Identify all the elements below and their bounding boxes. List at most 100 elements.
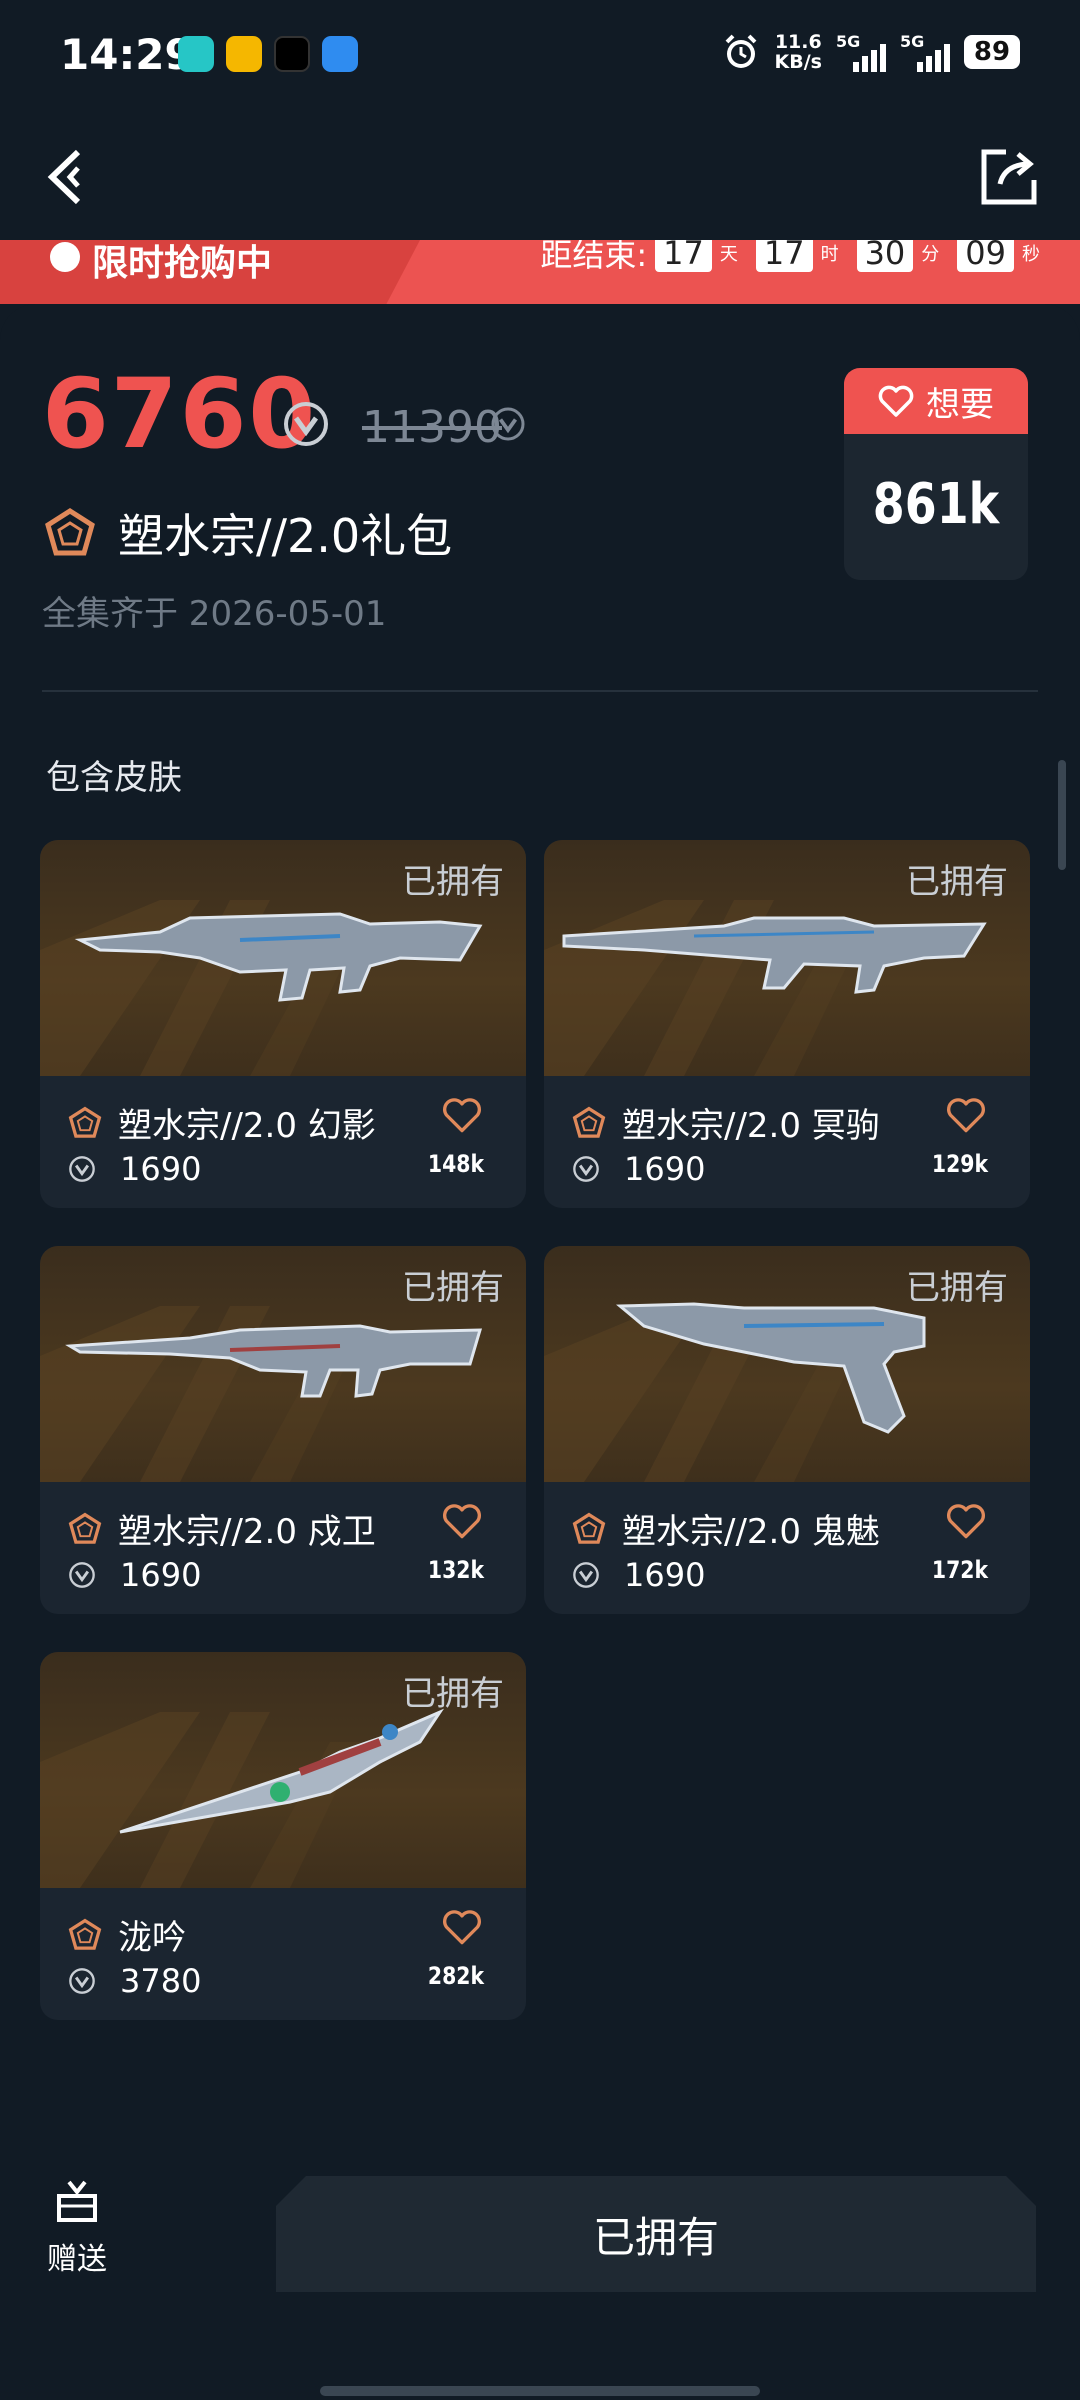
flash-sale-title-text: 限时抢购中 [92,243,273,284]
back-arrow-icon[interactable] [38,142,108,212]
skin-price: 1690 [624,1150,706,1188]
countdown-hours-unit: 时 [820,244,839,265]
bundle-price: 6760 [42,358,318,470]
countdown-hours: 17 [755,240,813,272]
like-count: 172k [931,1556,988,1584]
skin-price: 1690 [624,1556,706,1594]
tiktok-icon [274,36,310,72]
status-bar: 14:29 11.6 KB/s 5G 5G 89 [0,0,1080,112]
skin-price: 3780 [120,1962,202,2000]
skin-name: 塑水宗//2.0 戍卫 [118,1512,376,1552]
tier-badge-icon [68,1106,102,1138]
purchase-button-label: 已拥有 [592,2212,719,2262]
top-nav [0,112,1080,242]
countdown-seconds: 09 [957,240,1014,272]
heart-icon[interactable] [946,1096,986,1134]
skin-price-row: 1690 [68,1150,201,1188]
owned-label: 已拥有 [906,862,1008,902]
tier-badge-icon [572,1512,606,1544]
heart-icon [878,385,914,417]
flash-sale-title: 限时抢购中 [56,240,272,286]
skin-name-row: 塑水宗//2.0 鬼魅 [572,1504,880,1553]
countdown-seconds-unit: 秒 [1022,244,1040,265]
alarm-icon [725,34,756,68]
skin-price: 1690 [120,1150,202,1188]
countdown-label: 距结束: [540,240,648,274]
owned-label: 已拥有 [906,1268,1008,1308]
skin-name-row: 塑水宗//2.0 冥驹 [572,1098,880,1147]
tier-badge-icon [68,1918,102,1950]
skin-name-row: 塑水宗//2.0 戍卫 [68,1504,376,1553]
want-button[interactable]: 想要 861k [844,368,1028,580]
skin-name-row: 泷吟 [68,1910,186,1959]
included-skins-title: 包含皮肤 [46,758,182,798]
home-indicator[interactable] [320,2386,760,2396]
signal-bars-icon [917,44,950,72]
skin-price-row: 3780 [68,1962,201,2000]
bundle-title-row: 塑水宗//2.0礼包 [44,500,452,566]
like-count: 148k [427,1150,484,1178]
skin-name: 泷吟 [118,1918,186,1958]
tier-badge-icon [68,1512,102,1544]
like-count: 282k [427,1962,484,1990]
skin-image: 已拥有 [544,840,1030,1076]
notification-icons [178,36,358,72]
countdown-days: 17 [655,240,712,272]
battery-indicator: 89 [964,35,1020,69]
net-speed: 11.6 KB/s [775,32,822,72]
signal-1: 5G [836,32,886,72]
valorant-points-icon [573,1562,599,1588]
countdown-minutes-unit: 分 [921,244,940,265]
flash-sale-banner: 限时抢购中 距结束: 17 天 17 时 30 分 09 秒 [0,240,1080,304]
skin-price-row: 1690 [68,1556,201,1594]
status-right: 11.6 KB/s 5G 5G 89 [721,32,1020,72]
heart-icon[interactable] [442,1096,482,1134]
valorant-points-icon [69,1156,95,1182]
heart-icon[interactable] [442,1502,482,1540]
net-speed-unit: KB/s [774,51,822,73]
skin-price-row: 1690 [572,1150,705,1188]
gift-button[interactable]: 赠送 [42,2176,112,2278]
skin-price-row: 1690 [572,1556,705,1594]
owned-label: 已拥有 [402,1674,504,1714]
skin-card[interactable]: 已拥有泷吟 3780 282k [40,1652,526,2020]
gift-icon [57,2180,97,2222]
skin-card[interactable]: 已拥有塑水宗//2.0 戍卫 1690 132k [40,1246,526,1614]
skin-image: 已拥有 [544,1246,1030,1482]
skin-card[interactable]: 已拥有塑水宗//2.0 冥驹 1690 129k [544,840,1030,1208]
valorant-points-icon [491,407,525,441]
skin-image: 已拥有 [40,840,526,1076]
skin-image: 已拥有 [40,1246,526,1482]
heart-icon[interactable] [946,1502,986,1540]
owned-label: 已拥有 [402,1268,504,1308]
app-icon-blue [322,36,358,72]
valorant-points-icon [69,1562,95,1588]
scrollbar[interactable] [1058,760,1066,870]
signal-bars-icon [853,44,886,72]
want-label: 想要 [926,384,994,425]
tier-badge-icon [45,508,95,556]
owned-label: 已拥有 [402,862,504,902]
tier-badge-icon [572,1106,606,1138]
bundle-detail-card: 6760 11390 塑水宗//2.0礼包 全集齐于 2026-05-01 想要… [0,304,1080,2400]
skin-card[interactable]: 已拥有 塑水宗//2.0 幻影 1690 148k [40,840,526,1208]
valorant-points-icon [69,1968,95,1994]
original-price: 11390 [362,402,502,453]
countdown-minutes: 30 [856,240,914,272]
skin-card[interactable]: 已拥有塑水宗//2.0 鬼魅 1690 172k [544,1246,1030,1614]
signal-2: 5G [900,32,950,72]
countdown: 距结束: 17 天 17 时 30 分 09 秒 [540,240,1050,276]
share-icon[interactable] [976,144,1042,210]
skin-name: 塑水宗//2.0 冥驹 [622,1106,880,1146]
heart-icon[interactable] [442,1908,482,1946]
skin-name: 塑水宗//2.0 鬼魅 [622,1512,880,1552]
skin-image: 已拥有 [40,1652,526,1888]
want-count: 861k [872,472,1000,537]
like-count: 132k [427,1556,484,1584]
purchase-button[interactable]: 已拥有 [276,2176,1036,2292]
gift-label: 赠送 [47,2242,107,2277]
clock: 14:29 [60,30,194,79]
app-icon-c [178,36,214,72]
collect-date: 全集齐于 2026-05-01 [42,594,387,634]
like-count: 129k [931,1150,988,1178]
